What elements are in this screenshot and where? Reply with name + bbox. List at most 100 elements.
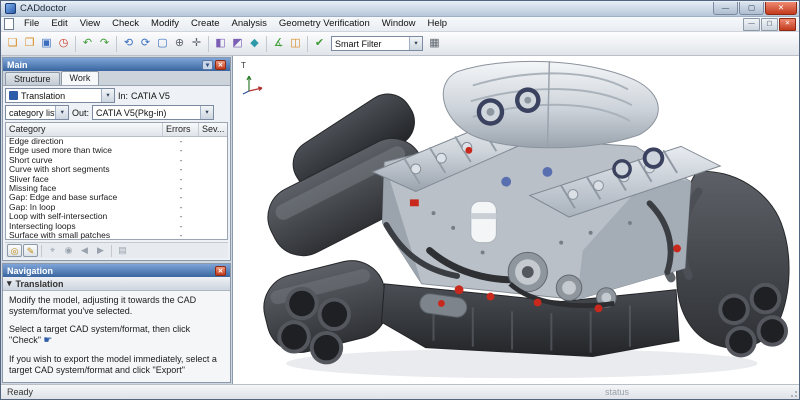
edit-check-button[interactable]: ✎	[23, 244, 38, 257]
iso-view-icon[interactable]: ◩	[229, 35, 246, 52]
apply-filter-icon[interactable]: ▦	[426, 35, 443, 52]
undo-icon[interactable]: ↶	[79, 35, 96, 52]
table-row[interactable]: Gap: Edge and base surface-	[6, 193, 227, 202]
severity-cell	[199, 212, 227, 221]
navigation-panel-header[interactable]: Navigation ✕	[3, 264, 230, 277]
menu-view[interactable]: View	[74, 17, 106, 31]
close-button[interactable]: ✕	[765, 2, 797, 15]
section-view-icon[interactable]: ◫	[287, 35, 304, 52]
toolbar-separator	[41, 245, 42, 257]
category-cell: Surface with small patches	[6, 231, 163, 240]
translation-value: Translation	[21, 91, 65, 101]
errors-cell: -	[163, 146, 199, 155]
new-file-icon[interactable]: ❏	[4, 35, 21, 52]
navigation-help-text: Modify the model, adjusting it towards t…	[3, 291, 230, 382]
mdi-minimize-button[interactable]: —	[743, 18, 760, 31]
check-model-icon[interactable]: ✔	[311, 35, 328, 52]
panel-close-icon[interactable]: ✕	[215, 266, 226, 276]
severity-cell	[199, 231, 227, 240]
history-icon[interactable]: ◷	[55, 35, 72, 52]
shaded-view-icon[interactable]: ◆	[246, 35, 263, 52]
table-row[interactable]: Edge direction-	[6, 137, 227, 146]
main-panel-tabs: Structure Work	[3, 71, 230, 86]
menu-modify[interactable]: Modify	[145, 17, 185, 31]
column-severity[interactable]: Sev...	[199, 123, 227, 136]
menu-check[interactable]: Check	[106, 17, 145, 31]
translation-section-header[interactable]: ▾ Translation	[3, 277, 230, 291]
app-icon	[5, 3, 16, 14]
table-row[interactable]: Short curve-	[6, 156, 227, 165]
prev-error-button[interactable]: ◀	[77, 244, 92, 257]
errors-cell: -	[163, 203, 199, 212]
pin-result-button[interactable]: ⌖	[45, 244, 60, 257]
maximize-button[interactable]: ▢	[739, 2, 764, 15]
minimize-button[interactable]: —	[713, 2, 738, 15]
mdi-restore-button[interactable]: ▢	[761, 18, 778, 31]
left-sidebar: Main ▾ ✕ Structure Work Translation	[1, 56, 233, 384]
chevron-down-icon[interactable]: ▾	[409, 37, 422, 50]
table-row[interactable]: Loop with self-intersection-	[6, 212, 227, 221]
table-row[interactable]: Edge used more than twice-	[6, 146, 227, 155]
report-button[interactable]: ▤	[115, 244, 130, 257]
menu-analysis[interactable]: Analysis	[226, 17, 273, 31]
category-cell: Intersecting loops	[6, 222, 163, 231]
rotate-left-icon[interactable]: ⟲	[120, 35, 137, 52]
severity-cell	[199, 193, 227, 202]
smart-filter-combobox[interactable]: Smart Filter ▾	[331, 36, 423, 51]
translation-combobox[interactable]: Translation ▾	[5, 88, 115, 103]
fit-view-icon[interactable]: ▢	[154, 35, 171, 52]
table-row[interactable]: Curve with short segments-	[6, 165, 227, 174]
menu-file[interactable]: File	[18, 17, 45, 31]
collapse-icon[interactable]: ▾	[7, 278, 12, 289]
column-errors[interactable]: Errors	[163, 123, 199, 136]
errors-cell: -	[163, 137, 199, 146]
tab-structure[interactable]: Structure	[5, 72, 60, 85]
category-cell: Short curve	[6, 156, 163, 165]
menu-geometry-verification[interactable]: Geometry Verification	[273, 17, 376, 31]
menu-edit[interactable]: Edit	[45, 17, 73, 31]
panel-menu-icon[interactable]: ▾	[202, 60, 213, 70]
chevron-down-icon[interactable]: ▾	[55, 106, 68, 119]
table-row[interactable]: Intersecting loops-	[6, 222, 227, 231]
menu-help[interactable]: Help	[422, 17, 454, 31]
front-view-icon[interactable]: ◧	[212, 35, 229, 52]
main-panel: Main ▾ ✕ Structure Work Translation	[2, 57, 231, 261]
category-list-combobox[interactable]: category list ▾	[5, 105, 69, 120]
redo-icon[interactable]: ↷	[96, 35, 113, 52]
out-format-combobox[interactable]: CATIA V5(Pkg-in) ▾	[92, 105, 214, 120]
check-button[interactable]: ◎	[7, 244, 22, 257]
measure-icon[interactable]: ∡	[270, 35, 287, 52]
errors-cell: -	[163, 231, 199, 240]
menu-window[interactable]: Window	[376, 17, 422, 31]
errors-cell: -	[163, 222, 199, 231]
severity-cell	[199, 156, 227, 165]
table-row[interactable]: Gap: In loop-	[6, 203, 227, 212]
pan-view-icon[interactable]: ✛	[188, 35, 205, 52]
errors-cell: -	[163, 165, 199, 174]
help-paragraph: Modify the model, adjusting it towards t…	[9, 295, 224, 316]
next-error-button[interactable]: ▶	[93, 244, 108, 257]
tab-work[interactable]: Work	[61, 71, 100, 85]
main-panel-header[interactable]: Main ▾ ✕	[3, 58, 230, 71]
mdi-close-button[interactable]: ✕	[779, 18, 796, 31]
out-format-value: CATIA V5(Pkg-in)	[96, 108, 166, 118]
category-cell: Edge direction	[6, 137, 163, 146]
panel-close-icon[interactable]: ✕	[215, 60, 226, 70]
show-result-button[interactable]: ◉	[61, 244, 76, 257]
category-cell: Edge used more than twice	[6, 146, 163, 155]
document-icon	[4, 18, 14, 30]
column-category[interactable]: Category	[6, 123, 163, 136]
rotate-right-icon[interactable]: ⟳	[137, 35, 154, 52]
resize-grip[interactable]	[787, 387, 797, 397]
open-file-icon[interactable]: ❐	[21, 35, 38, 52]
category-cell: Loop with self-intersection	[6, 212, 163, 221]
menu-create[interactable]: Create	[185, 17, 226, 31]
table-row[interactable]: Sliver face-	[6, 175, 227, 184]
table-row[interactable]: Missing face-	[6, 184, 227, 193]
save-file-icon[interactable]: ▣	[38, 35, 55, 52]
table-row[interactable]: Surface with small patches-	[6, 231, 227, 240]
model-viewport[interactable]: T	[233, 56, 799, 384]
zoom-in-icon[interactable]: ⊕	[171, 35, 188, 52]
chevron-down-icon[interactable]: ▾	[200, 106, 213, 119]
chevron-down-icon[interactable]: ▾	[101, 89, 114, 102]
